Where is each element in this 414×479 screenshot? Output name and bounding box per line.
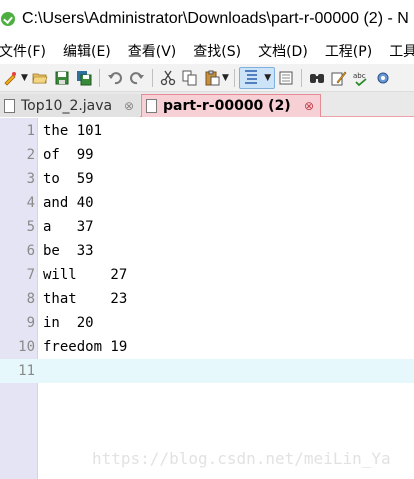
editor-line[interactable]: 3 to 59 bbox=[0, 167, 414, 191]
line-number: 8 bbox=[26, 291, 35, 307]
menu-view[interactable]: 查看(V) bbox=[128, 41, 177, 61]
new-dropdown-icon[interactable]: ▼ bbox=[21, 73, 29, 83]
line-text[interactable]: will 27 bbox=[43, 263, 127, 287]
paste-icon[interactable] bbox=[203, 69, 221, 87]
editor-area[interactable]: 1 the 101 2 of 99 3 to 59 4 and 40 5 a 37 6 be 33 7 w… bbox=[0, 118, 414, 479]
new-file-icon[interactable] bbox=[2, 69, 20, 87]
menu-file[interactable]: 文件(F) bbox=[0, 41, 46, 61]
line-number: 6 bbox=[26, 243, 35, 259]
tab-bar: Top10_2.java ⊗ part-r-00000 (2) ⊗ bbox=[0, 92, 414, 117]
editor-line[interactable]: 11 bbox=[0, 359, 414, 383]
tab-label: Top10_2.java bbox=[21, 97, 113, 114]
word-wrap-icon bbox=[243, 68, 259, 88]
file-icon bbox=[4, 98, 15, 113]
close-tab-icon[interactable]: ⊗ bbox=[124, 99, 134, 113]
watermark: https://blog.csdn.net/meiLin_Ya bbox=[92, 449, 391, 468]
line-text[interactable]: freedom 19 bbox=[43, 335, 127, 359]
line-text[interactable]: and 40 bbox=[43, 191, 94, 215]
menu-bar: 文件(F) 编辑(E) 查看(V) 查找(S) 文档(D) 工程(P) 工具 bbox=[0, 38, 414, 64]
undo-icon[interactable] bbox=[106, 69, 124, 87]
toolbar: ▼ ▼ ▼ abc bbox=[0, 64, 414, 92]
editor-line[interactable]: 2 of 99 bbox=[0, 143, 414, 167]
svg-text:abc: abc bbox=[353, 72, 366, 80]
line-text[interactable]: the 101 bbox=[43, 119, 102, 143]
settings-icon[interactable] bbox=[374, 69, 392, 87]
tab-part-r-00000[interactable]: part-r-00000 (2) ⊗ bbox=[141, 94, 321, 117]
save-all-icon[interactable] bbox=[75, 69, 93, 87]
toolbar-separator bbox=[234, 68, 235, 87]
copy-icon[interactable] bbox=[181, 69, 199, 87]
find-icon[interactable] bbox=[308, 69, 326, 87]
app-logo-icon bbox=[1, 12, 15, 26]
edit-icon[interactable] bbox=[330, 69, 348, 87]
line-text[interactable]: in 20 bbox=[43, 311, 94, 335]
open-folder-icon[interactable] bbox=[31, 69, 49, 87]
line-number: 9 bbox=[26, 315, 35, 331]
tab-top10-java[interactable]: Top10_2.java ⊗ bbox=[0, 94, 140, 117]
editor-line[interactable]: 7 will 27 bbox=[0, 263, 414, 287]
editor-line[interactable]: 9 in 20 bbox=[0, 311, 414, 335]
line-number: 2 bbox=[26, 147, 35, 163]
toolbar-separator bbox=[99, 68, 100, 87]
close-tab-icon[interactable]: ⊗ bbox=[304, 99, 314, 113]
line-number: 11 bbox=[18, 363, 35, 379]
line-number: 1 bbox=[26, 123, 35, 139]
line-number: 10 bbox=[18, 339, 35, 355]
menu-tools[interactable]: 工具 bbox=[389, 41, 414, 61]
toolbar-separator bbox=[301, 68, 302, 87]
line-text[interactable]: be 33 bbox=[43, 239, 94, 263]
line-number: 4 bbox=[26, 195, 35, 211]
line-number: 5 bbox=[26, 219, 35, 235]
menu-project[interactable]: 工程(P) bbox=[325, 41, 372, 61]
menu-edit[interactable]: 编辑(E) bbox=[63, 41, 111, 61]
line-text[interactable]: a 37 bbox=[43, 215, 94, 239]
editor-line[interactable]: 8 that 23 bbox=[0, 287, 414, 311]
line-number: 7 bbox=[26, 267, 35, 283]
menu-document[interactable]: 文档(D) bbox=[258, 41, 308, 61]
toolbar-separator bbox=[152, 68, 153, 87]
view-icon[interactable] bbox=[277, 69, 295, 87]
line-number: 3 bbox=[26, 171, 35, 187]
word-wrap-dropdown-icon: ▼ bbox=[264, 72, 272, 83]
window-title: C:\Users\Administrator\Downloads\part-r-… bbox=[22, 10, 409, 27]
spellcheck-icon[interactable]: abc bbox=[352, 69, 370, 87]
editor-line[interactable]: 4 and 40 bbox=[0, 191, 414, 215]
menu-search[interactable]: 查找(S) bbox=[193, 41, 241, 61]
word-wrap-button[interactable]: ▼ bbox=[239, 66, 275, 89]
title-bar: C:\Users\Administrator\Downloads\part-r-… bbox=[0, 0, 414, 38]
paste-dropdown-icon[interactable]: ▼ bbox=[222, 73, 230, 83]
editor-line[interactable]: 10 freedom 19 bbox=[0, 335, 414, 359]
editor-line[interactable]: 1 the 101 bbox=[0, 119, 414, 143]
line-text[interactable]: that 23 bbox=[43, 287, 127, 311]
tab-label: part-r-00000 (2) bbox=[163, 98, 291, 114]
save-icon[interactable] bbox=[53, 69, 71, 87]
cut-icon[interactable] bbox=[159, 69, 177, 87]
line-text[interactable]: to 59 bbox=[43, 167, 94, 191]
editor-line[interactable]: 5 a 37 bbox=[0, 215, 414, 239]
redo-icon[interactable] bbox=[128, 69, 146, 87]
line-text[interactable]: of 99 bbox=[43, 143, 94, 167]
editor-line[interactable]: 6 be 33 bbox=[0, 239, 414, 263]
file-icon bbox=[146, 99, 157, 113]
